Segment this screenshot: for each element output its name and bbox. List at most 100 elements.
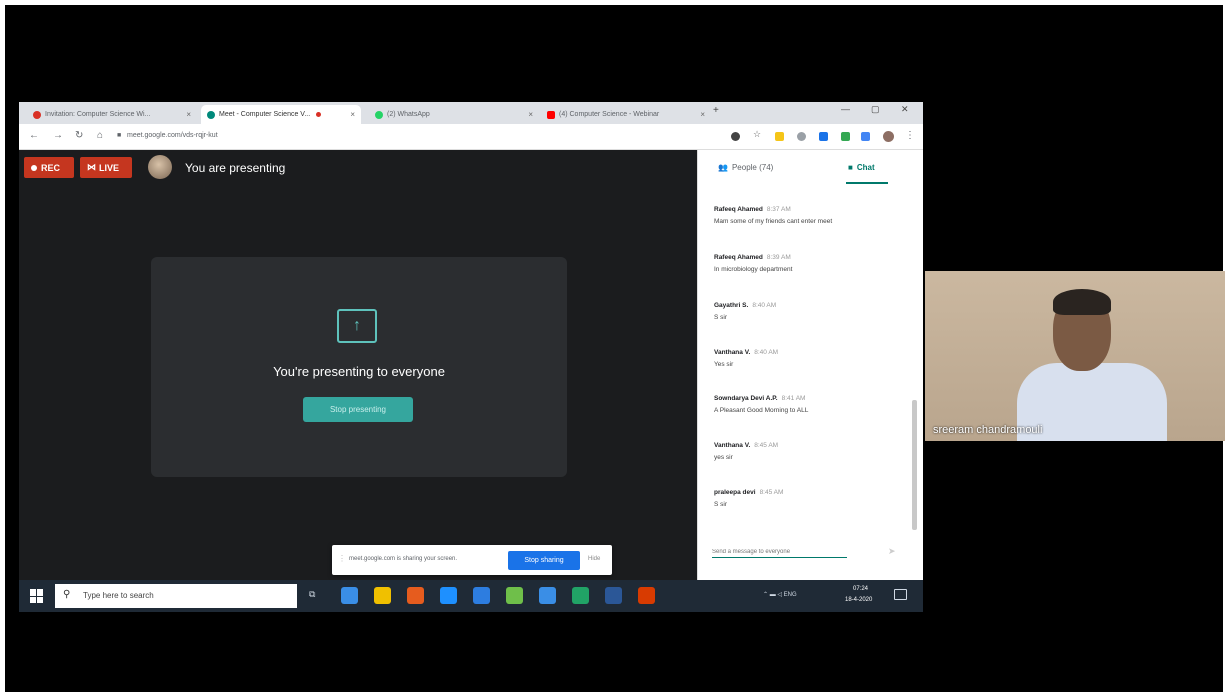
extension-icon[interactable] <box>797 132 806 141</box>
home-icon[interactable]: ⌂ <box>97 130 103 141</box>
task-view-icon[interactable]: ⧉ <box>309 589 315 600</box>
message-sender: Rafeeq Ahamed <box>714 254 763 261</box>
windows-start-icon[interactable] <box>30 589 44 603</box>
message-sender: Gayathri S. <box>714 302 749 309</box>
send-icon[interactable]: ➤ <box>888 546 896 557</box>
chat-message: Vanthana V. 8:40 AM Yes sir <box>714 349 904 368</box>
chat-message: Sowndarya Devi A.P. 8:41 AM A Pleasant Go… <box>714 395 904 414</box>
message-time: 8:40 AM <box>754 349 779 356</box>
live-stream-icon: ⋈ <box>87 162 96 172</box>
browser-toolbar: ← → ↻ ⌂ ■ meet.google.com/vds-rqjr-kut ☆… <box>19 124 923 150</box>
tab-title: Invitation: Computer Science Wi... <box>45 111 151 118</box>
tab-title: Meet - Computer Science V... <box>219 111 311 118</box>
close-tab-icon[interactable]: × <box>181 110 191 119</box>
message-sender: Vanthana V. <box>714 349 751 356</box>
active-tab-indicator <box>846 182 888 184</box>
new-tab-button[interactable]: + <box>713 105 719 116</box>
taskbar-app-icon[interactable] <box>506 587 523 604</box>
system-tray[interactable]: ⌃ ▬ ◁ ENG <box>763 591 797 598</box>
presenting-card: ↑ You're presenting to everyone Stop pre… <box>151 257 567 477</box>
search-icon: ⚲ <box>63 589 71 600</box>
message-sender: Sowndarya Devi A.P. <box>714 395 778 402</box>
browser-tab[interactable]: (4) Computer Science - Webinar × <box>541 105 711 124</box>
lock-icon: ■ <box>117 132 122 139</box>
taskbar-app-icon[interactable] <box>407 587 424 604</box>
back-icon[interactable]: ← <box>29 130 39 141</box>
extension-icon[interactable] <box>775 132 784 141</box>
taskbar-app-icon[interactable] <box>440 587 457 604</box>
extension-icon[interactable] <box>841 132 850 141</box>
chat-tab-label: Chat <box>856 163 875 172</box>
message-text: Yes sir <box>714 361 734 368</box>
live-label: LIVE <box>99 162 120 173</box>
clock-date[interactable]: 18-4-2020 <box>845 597 872 603</box>
chat-message: Gayathri S. 8:40 AM S sir <box>714 302 904 321</box>
clock-time[interactable]: 07:24 <box>853 586 868 592</box>
present-screen-icon: ↑ <box>337 309 377 343</box>
taskbar-search[interactable]: ⚲ Type here to search <box>55 584 297 608</box>
stop-presenting-button[interactable]: Stop presenting <box>303 397 413 422</box>
menu-dots-icon[interactable]: ⋮ <box>905 130 915 141</box>
message-time: 8:39 AM <box>766 254 791 261</box>
close-window-icon[interactable]: ✕ <box>901 104 909 115</box>
tab-title: (2) WhatsApp <box>387 111 430 118</box>
address-bar[interactable]: meet.google.com/vds-rqjr-kut <box>127 132 218 139</box>
drag-handle-icon[interactable]: ⋮ <box>338 554 346 563</box>
stop-sharing-button[interactable]: Stop sharing <box>508 551 580 570</box>
profile-avatar-icon[interactable] <box>883 131 894 142</box>
meet-stage: REC ⋈ LIVE You are presenting ↑ You're p… <box>19 150 697 580</box>
reload-icon[interactable]: ↻ <box>75 130 83 141</box>
browser-tab[interactable]: (2) WhatsApp × <box>369 105 539 124</box>
notification-icon[interactable] <box>894 589 907 600</box>
browser-tab-active[interactable]: Meet - Computer Science V... × <box>201 105 361 124</box>
star-icon[interactable]: ☆ <box>753 129 762 139</box>
message-time: 8:40 AM <box>752 302 777 309</box>
forward-icon[interactable]: → <box>53 130 63 141</box>
taskbar-app-icon[interactable] <box>473 587 490 604</box>
rec-label: REC <box>41 162 61 173</box>
tab-people[interactable]: 👥 People (74) <box>718 163 773 172</box>
camera-icon[interactable] <box>731 132 740 141</box>
browser-tab-strip: Invitation: Computer Science Wi... × Mee… <box>19 102 923 124</box>
webcam-name-label: sreeram chandramouli <box>933 424 1043 436</box>
tab-chat[interactable]: ■ Chat <box>848 163 875 172</box>
message-time: 8:45 AM <box>754 442 779 449</box>
people-icon: 👥 <box>718 163 728 172</box>
close-tab-icon[interactable]: × <box>695 110 705 119</box>
browser-tab[interactable]: Invitation: Computer Science Wi... × <box>27 105 197 124</box>
extension-icon[interactable] <box>819 132 828 141</box>
chat-scrollbar[interactable] <box>912 400 917 530</box>
extension-icon[interactable] <box>861 132 870 141</box>
chat-message: praleepa devi 8:45 AM S sir <box>714 489 904 508</box>
message-sender: Vanthana V. <box>714 442 751 449</box>
share-banner-text: meet.google.com is sharing your screen. <box>349 556 458 562</box>
message-time: 8:41 AM <box>781 395 806 402</box>
taskbar-app-icon[interactable] <box>572 587 589 604</box>
taskbar-app-icon[interactable] <box>374 587 391 604</box>
taskbar-app-icon[interactable] <box>539 587 556 604</box>
hide-banner-button[interactable]: Hide <box>588 556 600 562</box>
maximize-icon[interactable]: ▢ <box>871 104 880 115</box>
webcam-person-hair <box>1053 289 1111 315</box>
chat-message: Rafeeq Ahamed 8:37 AM Mam some of my frie… <box>714 206 904 225</box>
chat-message-input[interactable] <box>712 549 847 558</box>
rec-badge[interactable]: REC <box>24 157 74 178</box>
record-dot-icon <box>31 164 37 171</box>
message-text: S sir <box>714 314 727 321</box>
calendar-icon <box>33 110 41 119</box>
message-text: Mam some of my friends cant enter meet <box>714 218 833 225</box>
close-tab-icon[interactable]: × <box>523 110 533 119</box>
message-time: 8:37 AM <box>766 206 791 213</box>
presenting-message: You're presenting to everyone <box>273 364 445 379</box>
screen-share-banner: ⋮ meet.google.com is sharing your screen… <box>332 545 612 575</box>
minimize-icon[interactable]: — <box>841 104 850 114</box>
taskbar-app-icon[interactable] <box>605 587 622 604</box>
whatsapp-icon <box>375 110 383 119</box>
close-tab-icon[interactable]: × <box>345 110 355 119</box>
shared-screen: Invitation: Computer Science Wi... × Mee… <box>19 102 923 612</box>
live-badge[interactable]: ⋈ LIVE <box>80 157 132 178</box>
chat-message: Rafeeq Ahamed 8:39 AM In microbiology dep… <box>714 254 904 273</box>
taskbar-app-icon[interactable] <box>638 587 655 604</box>
taskbar-app-icon[interactable] <box>341 587 358 604</box>
recording-dot-icon <box>316 112 322 117</box>
